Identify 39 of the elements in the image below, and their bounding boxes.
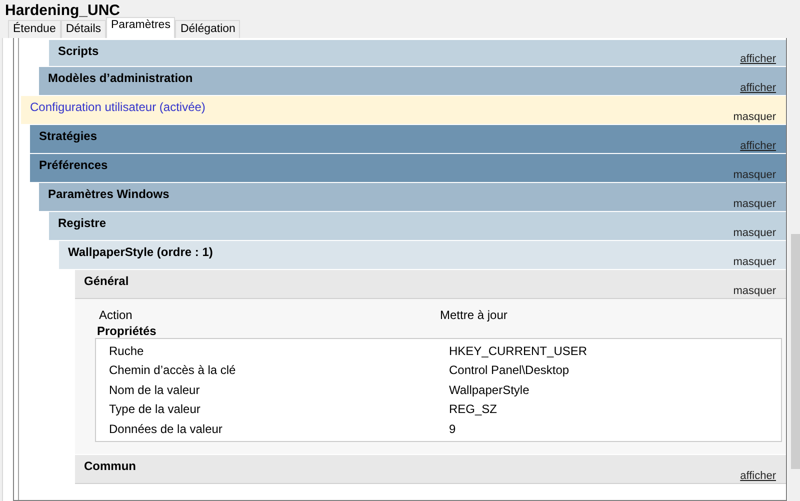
section-title: Général (84, 273, 129, 288)
toggle-link[interactable]: masquer (733, 285, 776, 298)
property-value: WallpaperStyle (449, 382, 530, 397)
scrollbar[interactable] (788, 38, 800, 501)
section-title: Commun (84, 458, 136, 473)
section-title: Scripts (58, 43, 99, 58)
section-title: WallpaperStyle (ordre : 1) (68, 244, 213, 259)
tab[interactable]: Étendue (8, 20, 61, 38)
section-title: Stratégies (39, 128, 98, 143)
property-value: Control Panel\Desktop (449, 363, 570, 378)
toggle-link[interactable]: masquer (733, 198, 776, 211)
action-label: Action (98, 308, 134, 324)
property-name: Nom de la valeur (108, 382, 201, 397)
property-name: Chemin d’accès à la clé (108, 363, 237, 378)
toggle-link[interactable]: masquer (733, 169, 776, 182)
toggle-link[interactable]: masquer (733, 227, 776, 240)
property-name: Ruche (108, 344, 145, 358)
section-title: Modèles d’administration (48, 70, 193, 85)
section-title: Paramètres Windows (48, 186, 170, 201)
property-name: Type de la valeur (108, 402, 202, 416)
window-title: Hardening_UNC (4, 1, 122, 20)
property-value: 9 (449, 422, 456, 436)
toggle-link[interactable]: afficher (740, 470, 776, 483)
property-value: REG_SZ (449, 402, 498, 416)
properties-title: Propriétés (96, 324, 158, 338)
property-value: HKEY_CURRENT_USER (449, 344, 588, 358)
tab[interactable]: Paramètres (106, 17, 176, 38)
section-title: Configuration utilisateur (activée) (30, 99, 206, 114)
tab[interactable]: Détails (60, 20, 106, 38)
section-title: Registre (58, 215, 106, 230)
tab[interactable]: Délégation (175, 20, 240, 38)
toggle-link[interactable]: afficher (740, 53, 776, 66)
toggle-link[interactable]: afficher (740, 82, 776, 95)
toggle-link[interactable]: masquer (733, 111, 776, 124)
action-value: Mettre à jour (440, 308, 508, 324)
toggle-link[interactable]: afficher (740, 140, 776, 153)
toggle-link[interactable]: masquer (733, 256, 776, 269)
section-title: Préférences (39, 157, 108, 172)
property-name: Données de la valeur (108, 422, 224, 436)
